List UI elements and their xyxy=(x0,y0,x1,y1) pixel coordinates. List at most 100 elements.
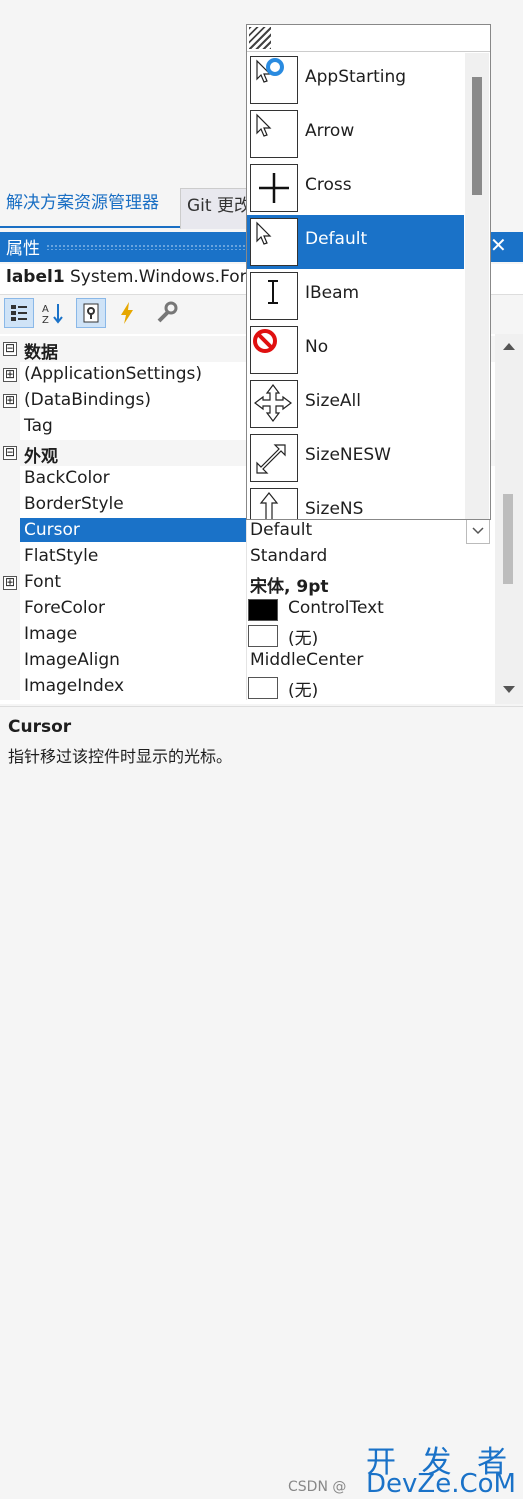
categorized-icon[interactable] xyxy=(4,298,34,328)
property-row[interactable]: ImageIndex (无) xyxy=(0,674,495,701)
cursor-option-label: SizeAll xyxy=(305,391,361,411)
property-name: 数据 xyxy=(24,343,58,363)
cursor-option-label: Arrow xyxy=(305,121,355,141)
row-gutter xyxy=(0,622,20,648)
property-value[interactable]: Standard xyxy=(250,546,327,566)
row-gutter xyxy=(0,674,20,700)
row-gutter xyxy=(0,544,20,570)
close-icon[interactable]: ✕ xyxy=(490,233,507,257)
property-name: ImageIndex xyxy=(24,676,125,696)
property-name: (ApplicationSettings) xyxy=(24,364,202,384)
property-name: Tag xyxy=(24,416,53,436)
no-cursor-icon xyxy=(250,326,298,374)
property-value[interactable]: MiddleCenter xyxy=(250,650,363,670)
property-name: (DataBindings) xyxy=(24,390,151,410)
property-value[interactable]: 宋体, 9pt xyxy=(250,572,329,597)
column-divider[interactable] xyxy=(246,544,247,570)
property-row[interactable]: ImageAlign MiddleCenter xyxy=(0,648,495,674)
property-value[interactable]: Default xyxy=(250,520,312,540)
cursor-option[interactable]: Default xyxy=(247,215,464,269)
grid-scrollbar[interactable] xyxy=(495,334,523,704)
svg-text:A: A xyxy=(42,304,49,315)
cursor-option-label: Default xyxy=(305,229,368,249)
appstarting-cursor-icon xyxy=(250,56,298,104)
dropdown-scroll-thumb[interactable] xyxy=(472,77,482,195)
dropdown-scrollbar[interactable] xyxy=(465,53,489,519)
default-cursor-icon xyxy=(250,218,298,266)
expand-icon[interactable]: ⊞ xyxy=(3,576,17,590)
property-row[interactable]: ⊞ Font 宋体, 9pt xyxy=(0,570,495,597)
resize-grip-icon[interactable] xyxy=(249,27,271,49)
property-name: 外观 xyxy=(24,447,58,467)
property-name: ImageAlign xyxy=(24,650,120,670)
alphabetical-icon[interactable]: AZ xyxy=(38,298,68,328)
tab-solution-explorer[interactable]: 解决方案资源管理器 xyxy=(0,186,182,228)
property-pages-icon[interactable] xyxy=(152,298,182,328)
cursor-option-label: IBeam xyxy=(305,283,360,303)
cursor-option[interactable]: No xyxy=(247,323,464,377)
collapse-icon[interactable]: ⊟ xyxy=(3,342,17,356)
cursor-option[interactable]: Arrow xyxy=(247,107,464,161)
object-name: label1 xyxy=(6,267,65,287)
property-name: FlatStyle xyxy=(24,546,99,566)
events-icon[interactable] xyxy=(112,298,142,328)
property-name: ForeColor xyxy=(24,598,106,618)
description-text: 指针移过该控件时显示的光标。 xyxy=(8,747,233,766)
row-gutter xyxy=(0,466,20,492)
property-value[interactable]: ControlText xyxy=(288,598,384,618)
cursor-option[interactable]: SizeNESW xyxy=(247,431,464,485)
column-divider[interactable] xyxy=(246,674,247,700)
description-pane: Cursor 指针移过该控件时显示的光标。 开 发 者 DevZe.CoM CS… xyxy=(0,706,523,1499)
scroll-down-icon xyxy=(503,686,515,693)
scroll-up-icon xyxy=(503,343,515,350)
property-name: Cursor xyxy=(20,518,246,542)
cursor-options: AppStarting Arrow Cross Default IBeam No SizeA… xyxy=(247,53,465,519)
cursor-option[interactable]: SizeAll xyxy=(247,377,464,431)
watermark-credit: CSDN @ xyxy=(288,1479,347,1495)
chevron-down-icon xyxy=(472,527,484,535)
description-title: Cursor xyxy=(8,717,72,737)
sizeall-cursor-icon xyxy=(250,380,298,428)
sizens-cursor-icon xyxy=(250,488,298,519)
property-name: BorderStyle xyxy=(24,494,124,514)
collapse-icon[interactable]: ⊟ xyxy=(3,446,17,460)
cursor-dropdown-button[interactable] xyxy=(466,518,490,544)
cross-cursor-icon xyxy=(250,164,298,212)
expand-icon[interactable]: ⊞ xyxy=(3,394,17,408)
row-gutter xyxy=(0,648,20,674)
column-divider[interactable] xyxy=(246,596,247,622)
cursor-option-label: SizeNESW xyxy=(305,445,391,465)
cursor-option-label: AppStarting xyxy=(305,67,407,87)
svg-text:Z: Z xyxy=(42,315,49,326)
cursor-option[interactable]: AppStarting xyxy=(247,53,464,107)
cursor-option[interactable]: SizeNS xyxy=(247,485,464,519)
grid-scroll-thumb[interactable] xyxy=(503,494,513,584)
panel-title: 属性 xyxy=(6,239,40,259)
property-row[interactable]: FlatStyle Standard xyxy=(0,544,495,570)
property-value[interactable]: (无) xyxy=(288,624,318,649)
properties-icon[interactable] xyxy=(76,298,106,328)
cursor-dropdown-list[interactable]: AppStarting Arrow Cross Default IBeam No SizeA… xyxy=(246,24,491,520)
ibeam-cursor-icon xyxy=(250,272,298,320)
column-divider[interactable] xyxy=(246,622,247,648)
row-gutter xyxy=(0,492,20,518)
property-row[interactable]: ForeColor ControlText xyxy=(0,596,495,622)
column-divider[interactable] xyxy=(246,518,247,544)
property-value[interactable]: (无) xyxy=(288,676,318,701)
color-swatch xyxy=(248,625,278,647)
property-row[interactable]: Cursor Default xyxy=(0,518,495,544)
property-name: Image xyxy=(24,624,78,644)
row-gutter xyxy=(0,414,20,440)
cursor-option[interactable]: IBeam xyxy=(247,269,464,323)
property-row[interactable]: Image (无) xyxy=(0,622,495,649)
property-name: Font xyxy=(24,572,62,592)
cursor-option-label: No xyxy=(305,337,329,357)
row-gutter xyxy=(0,518,20,544)
column-divider[interactable] xyxy=(246,570,247,596)
sizenesw-cursor-icon xyxy=(250,434,298,482)
dropdown-header xyxy=(247,25,490,52)
expand-icon[interactable]: ⊞ xyxy=(3,368,17,382)
cursor-option[interactable]: Cross xyxy=(247,161,464,215)
color-swatch xyxy=(248,599,278,621)
column-divider[interactable] xyxy=(246,648,247,674)
